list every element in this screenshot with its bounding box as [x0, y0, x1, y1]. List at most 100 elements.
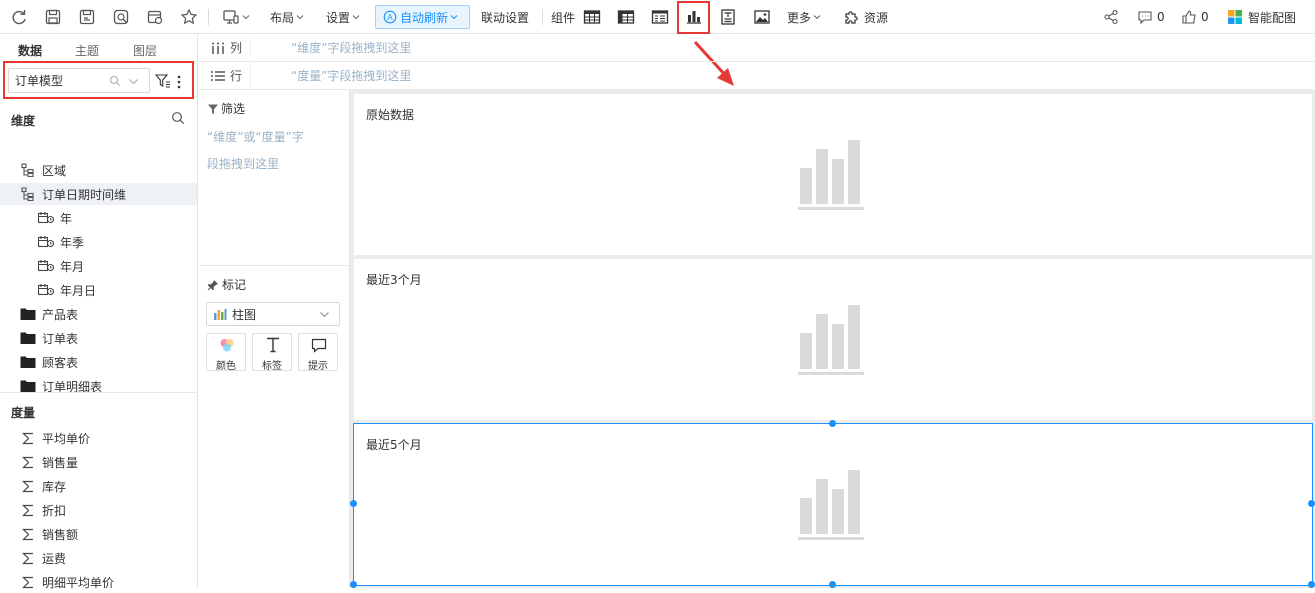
like-button[interactable]: 0 [1181, 5, 1209, 29]
smart-color-button[interactable]: 智能配图 [1227, 5, 1296, 29]
dimension-item[interactable]: 区域 [20, 159, 66, 181]
resize-handle-bottom[interactable] [829, 581, 836, 588]
tooltip-mark-button[interactable]: 提示 [298, 333, 338, 372]
filter-settings-icon[interactable] [155, 73, 171, 89]
search-icon[interactable] [171, 111, 185, 125]
chevron-down-icon [296, 13, 304, 21]
refresh-icon[interactable] [10, 5, 28, 29]
dimension-item[interactable]: 年 [38, 207, 72, 229]
filter-card-title: 筛选 [207, 100, 245, 117]
resize-handle-top[interactable] [829, 420, 836, 427]
smart-color-icon [1227, 9, 1243, 25]
resize-handle-right[interactable] [1308, 500, 1315, 507]
table-icon[interactable] [583, 5, 601, 29]
rows-placeholder: “度量”字段拖拽到这里 [291, 69, 412, 83]
favorite-icon[interactable] [180, 5, 198, 29]
link-settings-button[interactable]: 联动设置 [481, 5, 529, 29]
widget-title: 最近3个月 [366, 273, 422, 287]
dimension-label: 年月 [60, 259, 85, 274]
measure-item[interactable]: 销售量 [20, 451, 78, 473]
tab-data[interactable]: 数据 [18, 42, 42, 59]
layout-label: 布局 [270, 10, 295, 25]
measure-item[interactable]: 折扣 [20, 499, 66, 521]
dimension-item[interactable]: 年季 [38, 231, 84, 253]
chevron-down-icon [352, 13, 360, 21]
data-panel: 数据 主题 图层 订单模型 维度 区域订单日期时间维年年季年月年月日产品表订单表… [0, 34, 198, 590]
text-t-icon [265, 336, 281, 353]
card-panel: 筛选 “维度”或“度量”字 段拖拽到这里 标记 柱图 颜色 标签 提示 [199, 90, 350, 588]
widget-last-5-months[interactable]: 最近5个月 [353, 423, 1313, 586]
measure-item[interactable]: 运费 [20, 547, 66, 569]
resize-handle-bottom-left[interactable] [350, 581, 357, 588]
resources-button[interactable]: 资源 [843, 5, 888, 29]
columns-placeholder: “维度”字段拖拽到这里 [291, 41, 412, 55]
detail-table-icon[interactable] [651, 5, 669, 29]
dimension-item[interactable]: 顾客表 [20, 351, 78, 373]
date-icon [38, 210, 54, 226]
dimension-item[interactable]: 订单明细表 [20, 375, 102, 397]
widget-original-data[interactable]: 原始数据 [354, 94, 1312, 255]
more-vertical-icon[interactable] [176, 74, 182, 90]
smart-color-label: 智能配图 [1248, 10, 1297, 25]
crosstab-icon[interactable] [617, 5, 635, 29]
sigma-icon [20, 478, 36, 494]
bar-chart-icon [213, 308, 227, 321]
empty-chart-placeholder-icon [798, 469, 866, 541]
auto-refresh-button[interactable]: A 自动刷新 [375, 5, 470, 29]
layout-menu[interactable]: 布局 [270, 5, 304, 29]
sigma-icon [20, 526, 36, 542]
widget-title: 原始数据 [366, 108, 415, 122]
text-component-icon[interactable] [719, 5, 737, 29]
columns-shelf[interactable]: 列 “维度”字段拖拽到这里 [199, 34, 1315, 62]
widget-last-3-months[interactable]: 最近3个月 [354, 259, 1312, 420]
share-icon[interactable] [1103, 5, 1119, 29]
comment-button[interactable]: 0 [1137, 5, 1165, 29]
save-icon[interactable] [44, 5, 62, 29]
filter-drop-zone[interactable]: “维度”或“度量”字 段拖拽到这里 [207, 124, 347, 178]
folder-icon [20, 306, 36, 322]
measure-item[interactable]: 销售额 [20, 523, 78, 545]
filter-icon [207, 103, 219, 115]
measure-item[interactable]: 库存 [20, 475, 66, 497]
hierarchy-icon [20, 186, 36, 202]
sigma-icon [20, 502, 36, 518]
measure-item[interactable]: 平均单价 [20, 427, 90, 449]
resize-handle-bottom-right[interactable] [1308, 581, 1315, 588]
empty-chart-placeholder-icon [798, 139, 866, 211]
dimension-item[interactable]: 订单表 [20, 327, 78, 349]
image-component-icon[interactable] [753, 5, 771, 29]
model-select[interactable]: 订单模型 [8, 68, 150, 93]
color-mark-button[interactable]: 颜色 [206, 333, 246, 372]
preview-icon[interactable] [112, 5, 130, 29]
dimensions-title: 维度 [11, 114, 36, 128]
more-menu[interactable]: 更多 [787, 5, 821, 29]
dimension-label: 订单日期时间维 [42, 187, 127, 202]
schedule-icon[interactable] [146, 5, 164, 29]
auto-icon: A [383, 10, 397, 24]
dimension-item[interactable]: 年月 [38, 255, 84, 277]
label-mark-button[interactable]: 标签 [252, 333, 292, 372]
date-icon [38, 282, 54, 298]
dimension-item[interactable]: 产品表 [20, 303, 78, 325]
measure-label: 库存 [42, 479, 67, 494]
measure-item[interactable]: 明细平均单价 [20, 571, 114, 593]
dimension-label: 产品表 [42, 307, 79, 322]
device-button[interactable] [222, 5, 250, 29]
dimension-item[interactable]: 年月日 [38, 279, 96, 301]
tab-layers[interactable]: 图层 [133, 42, 157, 59]
rows-shelf[interactable]: 行 “度量”字段拖拽到这里 [199, 62, 1315, 90]
dashboard-canvas: 原始数据 最近3个月 最近5个月 [350, 90, 1315, 588]
chart-type-select[interactable]: 柱图 [206, 302, 340, 326]
filter-placeholder-line2: 段拖拽到这里 [207, 157, 280, 171]
sigma-icon [20, 454, 36, 470]
dimension-label: 区域 [42, 163, 67, 178]
save-as-icon[interactable] [78, 5, 96, 29]
bar-chart-highlight [677, 1, 710, 34]
tooltip-icon [311, 338, 327, 353]
settings-menu[interactable]: 设置 [326, 5, 360, 29]
resize-handle-left[interactable] [350, 500, 357, 507]
tab-theme[interactable]: 主题 [75, 42, 99, 59]
dimension-item[interactable]: 订单日期时间维 [0, 183, 197, 205]
chevron-down-icon [319, 309, 330, 320]
search-icon [109, 75, 121, 87]
